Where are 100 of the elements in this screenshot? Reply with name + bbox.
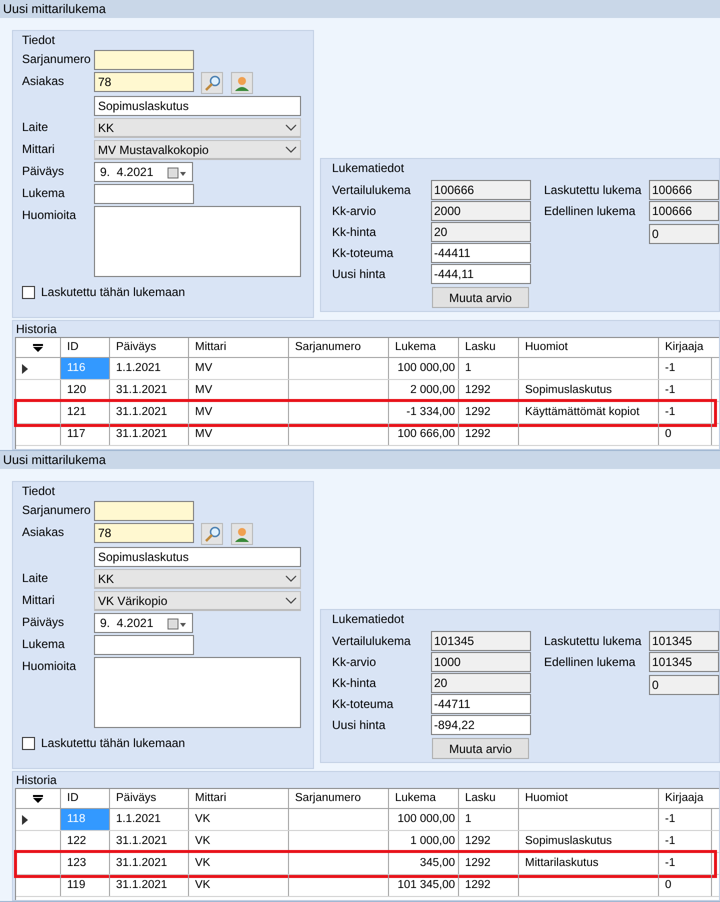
column-header[interactable]: Kirjaaja [659, 789, 712, 808]
input-field[interactable]: -444,11 [431, 264, 531, 284]
table-cell: -1 [659, 358, 712, 379]
field-label: Asiakas [22, 73, 66, 90]
field-label: Lukema [22, 636, 66, 653]
input-field[interactable]: -44411 [431, 243, 531, 263]
input-field[interactable]: -44711 [431, 694, 531, 714]
table-cell: 1292 [459, 402, 519, 423]
dropdown[interactable]: MV Mustavalkokopio [94, 140, 301, 160]
input-field[interactable]: 20 [431, 222, 531, 242]
field-label: Huomioita [22, 207, 78, 224]
input-field[interactable] [94, 50, 194, 70]
column-header[interactable]: Huomiot [519, 338, 659, 357]
table-cell: 122 [61, 831, 110, 852]
table-cell: Sopimuslaskutus [519, 831, 659, 852]
input-field[interactable] [94, 635, 194, 655]
input-field[interactable]: Sopimuslaskutus [94, 547, 301, 567]
dropdown[interactable]: KK [94, 569, 301, 589]
customer-button[interactable] [231, 72, 253, 94]
table-cell: 1 000,00 [389, 831, 459, 852]
field-label: Laskutettu lukema [544, 633, 642, 650]
field-label: Kk-arvio [332, 654, 378, 671]
date-value: 9. 4.2021 [100, 164, 154, 181]
text-area[interactable] [94, 206, 301, 277]
input-field[interactable]: 100666 [649, 180, 719, 200]
table-cell: 116 [61, 358, 110, 379]
field-label: Asiakas [22, 524, 66, 541]
field-label: Vertailulukema [332, 182, 412, 199]
dropdown[interactable]: VK Värikopio [94, 591, 301, 611]
column-header[interactable]: Päiväys [110, 789, 189, 808]
column-header[interactable]: Mittari [189, 789, 289, 808]
input-field[interactable] [94, 501, 194, 521]
date-picker[interactable]: 9. 4.2021 [94, 613, 193, 633]
checkbox-label: Laskutettu tähän lukemaan [41, 735, 186, 752]
group-title: Lukematiedot [332, 160, 404, 176]
table-cell: -1 [659, 380, 712, 401]
input-field[interactable]: 2000 [431, 201, 531, 221]
field-label: Edellinen lukema [544, 203, 636, 220]
input-field[interactable]: 78 [94, 72, 194, 92]
date-value: 9. 4.2021 [100, 615, 154, 632]
table-cell: 101 345,00 [389, 875, 459, 896]
table-cell: 31.1.2021 [110, 402, 189, 423]
table-cell: 1.1.2021 [110, 358, 189, 379]
input-field[interactable]: 1000 [431, 652, 531, 672]
input-field[interactable]: Sopimuslaskutus [94, 96, 301, 116]
field-label: Kk-hinta [332, 675, 378, 692]
field-label: Laite [22, 570, 50, 587]
window-title: Uusi mittarilukema [0, 0, 720, 18]
table-cell: 31.1.2021 [110, 380, 189, 401]
person-icon [234, 75, 250, 91]
customer-button[interactable] [231, 523, 253, 545]
input-field[interactable]: 0 [649, 224, 719, 244]
input-field[interactable] [94, 184, 194, 204]
column-header[interactable]: Lasku [459, 789, 519, 808]
checkbox[interactable] [22, 286, 35, 298]
column-header[interactable]: Sarjanumero [289, 789, 389, 808]
text-area[interactable] [94, 657, 301, 728]
column-header[interactable]: Huomiot [519, 789, 659, 808]
input-field[interactable]: 101345 [649, 652, 719, 672]
table-cell: 2 000,00 [389, 380, 459, 401]
column-header[interactable]: ID [61, 789, 110, 808]
dropdown-value: KK [98, 120, 116, 136]
table-cell: -1 [659, 809, 712, 830]
table-cell: -1 334,00 [389, 402, 459, 423]
table-cell: 31.1.2021 [110, 853, 189, 874]
search-button[interactable] [201, 72, 223, 94]
column-header[interactable]: Päiväys [110, 338, 189, 357]
table-cell: 121 [61, 402, 110, 423]
checkbox[interactable] [22, 736, 35, 750]
column-header[interactable]: ID [61, 338, 110, 357]
field-label: Kk-toteuma [332, 245, 394, 262]
field-label: Päiväys [22, 163, 66, 180]
input-field[interactable]: 100666 [649, 201, 719, 221]
muuta-arvio-button[interactable]: Muuta arvio [432, 738, 529, 759]
group-title: Tiedot [22, 483, 55, 499]
input-field[interactable]: 101345 [649, 631, 719, 651]
column-header[interactable]: Lukema [389, 338, 459, 357]
muuta-arvio-button[interactable]: Muuta arvio [432, 287, 529, 308]
column-header[interactable]: Mittari [189, 338, 289, 357]
column-header[interactable]: Lukema [389, 789, 459, 808]
column-header[interactable]: Lasku [459, 338, 519, 357]
input-field[interactable]: 101345 [431, 631, 531, 651]
dropdown[interactable]: KK [94, 118, 301, 138]
date-picker[interactable]: 9. 4.2021 [94, 162, 193, 182]
field-label: Mittari [22, 141, 56, 158]
input-field[interactable]: -894,22 [431, 715, 531, 735]
input-field[interactable]: 0 [649, 675, 719, 695]
group-title: Tiedot [22, 32, 55, 48]
field-label: Kk-hinta [332, 224, 378, 241]
checkbox-label: Laskutettu tähän lukemaan [41, 284, 186, 301]
input-field[interactable]: 78 [94, 523, 194, 543]
column-header[interactable]: Sarjanumero [289, 338, 389, 357]
input-field[interactable]: 100666 [431, 180, 531, 200]
dropdown-value: MV Mustavalkokopio [98, 142, 210, 158]
input-field[interactable]: 20 [431, 673, 531, 693]
filter-icon [33, 344, 43, 352]
table-cell: 345,00 [389, 853, 459, 874]
column-header[interactable]: Kirjaaja [659, 338, 712, 357]
search-button[interactable] [201, 523, 223, 545]
table-cell: 118 [61, 809, 110, 830]
